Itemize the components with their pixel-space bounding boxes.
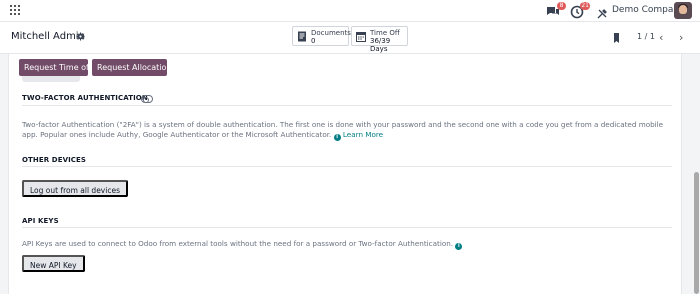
documents-stat-button[interactable]: Documents 0 — [292, 26, 351, 46]
attachment-icon[interactable] — [612, 32, 621, 44]
activity-badge: 21 — [580, 2, 590, 10]
scrollbar[interactable] — [693, 54, 700, 294]
control-panel: Mitchell Admin Documents 0 Time Off 36/3… — [0, 22, 700, 54]
partial-button[interactable] — [22, 76, 80, 82]
main-navbar: 8 21 Demo Company — [0, 0, 700, 22]
messaging-badge: 8 — [557, 2, 566, 10]
page-title: Mitchell Admin — [11, 31, 85, 42]
apps-menu-icon[interactable] — [10, 5, 20, 15]
time-off-value: 36/39 Days — [370, 37, 391, 53]
activity-clock-icon[interactable]: 21 — [570, 2, 590, 19]
form-content: Request Time off Request Allocation TWO-… — [0, 54, 700, 294]
request-allocation-button[interactable]: Request Allocation — [92, 59, 171, 76]
document-icon — [298, 31, 306, 42]
next-record-button[interactable]: › — [679, 31, 683, 44]
gear-icon[interactable] — [76, 32, 85, 41]
messaging-icon[interactable]: 8 — [546, 2, 566, 18]
logout-all-devices-button[interactable]: Log out from all devices — [22, 180, 128, 197]
scrollbar-thumb[interactable] — [694, 172, 699, 294]
api-keys-text: API Keys are used to connect to Odoo fro… — [22, 239, 454, 248]
user-avatar[interactable] — [674, 2, 692, 19]
time-off-stat-button[interactable]: Time Off 36/39 Days — [351, 26, 408, 53]
request-time-off-button[interactable]: Request Time off — [19, 59, 92, 76]
two-factor-toggle[interactable] — [141, 95, 153, 103]
api-keys-heading: API KEYS — [22, 217, 59, 225]
divider — [22, 227, 672, 228]
api-keys-description: API Keys are used to connect to Odoo fro… — [22, 239, 672, 250]
new-api-key-button[interactable]: New API Key — [22, 255, 85, 272]
time-off-label: Time Off — [370, 29, 400, 37]
info-icon: i — [333, 134, 341, 141]
calendar-icon — [356, 32, 366, 42]
other-devices-heading: OTHER DEVICES — [22, 156, 87, 164]
documents-label: Documents — [311, 29, 351, 37]
previous-record-button[interactable]: ‹ — [659, 31, 663, 44]
documents-value: 0 — [311, 37, 316, 45]
form-sheet: Request Time off Request Allocation — [8, 54, 682, 294]
two-factor-heading: TWO-FACTOR AUTHENTICATION — [22, 94, 148, 102]
divider — [22, 166, 672, 167]
debug-tools-icon[interactable] — [596, 5, 608, 19]
divider — [22, 105, 672, 106]
learn-more-link[interactable]: Learn More — [343, 130, 383, 139]
two-factor-description: Two-factor Authentication ("2FA") is a s… — [22, 120, 672, 141]
pager-value[interactable]: 1 / 1 — [637, 32, 655, 41]
info-icon[interactable]: i — [455, 243, 463, 250]
